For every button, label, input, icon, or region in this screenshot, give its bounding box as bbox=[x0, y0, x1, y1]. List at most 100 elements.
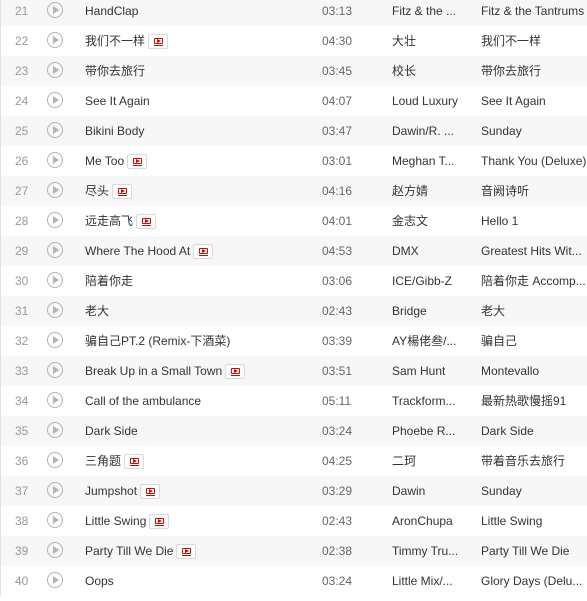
play-icon[interactable] bbox=[47, 182, 63, 198]
track-artist[interactable]: Sam Hunt bbox=[392, 356, 472, 386]
track-album[interactable]: Montevallo bbox=[481, 356, 587, 386]
track-row[interactable]: 39 Party Till We Die 02:38 Timmy Tru... Part… bbox=[1, 536, 587, 566]
track-row[interactable]: 32 骗自己PT.2 (Remix-下酒菜) 03:39 AY楊佬叁/... 骗自己 bbox=[1, 326, 587, 356]
track-title[interactable]: Jumpshot bbox=[85, 476, 137, 506]
track-album[interactable]: Glory Days (Delu... bbox=[481, 566, 587, 596]
track-row[interactable]: 31 老大 02:43 Bridge 老大 bbox=[1, 296, 587, 326]
track-album[interactable]: 音阙诗听 bbox=[481, 176, 587, 206]
track-artist[interactable]: ICE/Gibb-Z bbox=[392, 266, 472, 296]
mv-video-icon[interactable] bbox=[193, 243, 214, 259]
track-artist[interactable]: Trackform... bbox=[392, 386, 472, 416]
play-icon[interactable] bbox=[47, 392, 63, 408]
track-artist[interactable]: Loud Luxury bbox=[392, 86, 472, 116]
track-row[interactable]: 38 Little Swing 02:43 AronChupa Little Swing bbox=[1, 506, 587, 536]
track-artist[interactable]: 赵方婧 bbox=[392, 176, 472, 206]
track-title[interactable]: Oops bbox=[85, 566, 114, 596]
track-album[interactable]: 带着音乐去旅行 bbox=[481, 446, 587, 476]
track-album[interactable]: Hello 1 bbox=[481, 206, 587, 236]
play-icon[interactable] bbox=[47, 32, 63, 48]
track-title[interactable]: Call of the ambulance bbox=[85, 386, 201, 416]
play-icon[interactable] bbox=[47, 572, 63, 588]
track-row[interactable]: 21 HandClap 03:13 Fitz & the ... Fitz & the … bbox=[1, 0, 587, 26]
track-row[interactable]: 36 三角题 04:25 二珂 带着音乐去旅行 bbox=[1, 446, 587, 476]
play-icon[interactable] bbox=[47, 362, 63, 378]
track-title[interactable]: See It Again bbox=[85, 86, 150, 116]
track-album[interactable]: Little Swing bbox=[481, 506, 587, 536]
track-album[interactable]: Party Till We Die bbox=[481, 536, 587, 566]
track-album[interactable]: 我们不一样 bbox=[481, 26, 587, 56]
play-icon[interactable] bbox=[47, 242, 63, 258]
track-title[interactable]: 骗自己PT.2 (Remix-下酒菜) bbox=[85, 326, 230, 356]
track-row[interactable]: 22 我们不一样 04:30 大壮 我们不一样 bbox=[1, 26, 587, 56]
track-album[interactable]: 老大 bbox=[481, 296, 587, 326]
play-icon[interactable] bbox=[47, 62, 63, 78]
track-album[interactable]: 带你去旅行 bbox=[481, 56, 587, 86]
play-icon[interactable] bbox=[47, 482, 63, 498]
track-artist[interactable]: Bridge bbox=[392, 296, 472, 326]
play-icon[interactable] bbox=[47, 512, 63, 528]
track-row[interactable]: 28 远走高飞 04:01 金志文 Hello 1 bbox=[1, 206, 587, 236]
track-album[interactable]: Sunday bbox=[481, 476, 587, 506]
play-icon[interactable] bbox=[47, 122, 63, 138]
track-artist[interactable]: Phoebe R... bbox=[392, 416, 472, 446]
play-icon[interactable] bbox=[47, 452, 63, 468]
track-title[interactable]: Dark Side bbox=[85, 416, 138, 446]
mv-video-icon[interactable] bbox=[225, 363, 246, 379]
mv-video-icon[interactable] bbox=[140, 483, 161, 499]
track-title[interactable]: 远走高飞 bbox=[85, 206, 133, 236]
track-row[interactable]: 34 Call of the ambulance 05:11 Trackform...… bbox=[1, 386, 587, 416]
play-icon[interactable] bbox=[47, 92, 63, 108]
track-album[interactable]: Greatest Hits Wit... bbox=[481, 236, 587, 266]
track-title[interactable]: 陪着你走 bbox=[85, 266, 133, 296]
track-album[interactable]: Thank You (Deluxe) bbox=[481, 146, 587, 176]
track-artist[interactable]: AronChupa bbox=[392, 506, 472, 536]
track-row[interactable]: 37 Jumpshot 03:29 Dawin Sunday bbox=[1, 476, 587, 506]
track-album[interactable]: See It Again bbox=[481, 86, 587, 116]
track-title[interactable]: Where The Hood At bbox=[85, 236, 190, 266]
play-icon[interactable] bbox=[47, 542, 63, 558]
track-artist[interactable]: Little Mix/... bbox=[392, 566, 472, 596]
track-title[interactable]: 带你去旅行 bbox=[85, 56, 145, 86]
track-album[interactable]: Dark Side bbox=[481, 416, 587, 446]
track-album[interactable]: 骗自己 bbox=[481, 326, 587, 356]
play-icon[interactable] bbox=[47, 272, 63, 288]
play-icon[interactable] bbox=[47, 302, 63, 318]
track-title[interactable]: Break Up in a Small Town bbox=[85, 356, 222, 386]
track-title[interactable]: 我们不一样 bbox=[85, 26, 145, 56]
track-artist[interactable]: 大壮 bbox=[392, 26, 472, 56]
track-album[interactable]: Sunday bbox=[481, 116, 587, 146]
track-artist[interactable]: 金志文 bbox=[392, 206, 472, 236]
track-row[interactable]: 25 Bikini Body 03:47 Dawin/R. ... Sunday bbox=[1, 116, 587, 146]
track-album[interactable]: 陪着你走 Accomp... bbox=[481, 266, 587, 296]
mv-video-icon[interactable] bbox=[124, 453, 145, 469]
track-album[interactable]: Fitz & the Tantrums bbox=[481, 0, 587, 26]
play-icon[interactable] bbox=[47, 152, 63, 168]
track-row[interactable]: 40 Oops 03:24 Little Mix/... Glory Days (Del… bbox=[1, 566, 587, 596]
track-artist[interactable]: 二珂 bbox=[392, 446, 472, 476]
track-title[interactable]: Little Swing bbox=[85, 506, 146, 536]
play-icon[interactable] bbox=[47, 332, 63, 348]
track-row[interactable]: 35 Dark Side 03:24 Phoebe R... Dark Side bbox=[1, 416, 587, 446]
track-row[interactable]: 26 Me Too 03:01 Meghan T... Thank You (Delux… bbox=[1, 146, 587, 176]
track-row[interactable]: 23 带你去旅行 03:45 校长 带你去旅行 bbox=[1, 56, 587, 86]
mv-video-icon[interactable] bbox=[148, 33, 169, 49]
mv-video-icon[interactable] bbox=[136, 213, 157, 229]
track-artist[interactable]: Dawin/R. ... bbox=[392, 116, 472, 146]
track-artist[interactable]: Fitz & the ... bbox=[392, 0, 472, 26]
track-artist[interactable]: Timmy Tru... bbox=[392, 536, 472, 566]
track-title[interactable]: Bikini Body bbox=[85, 116, 144, 146]
track-row[interactable]: 27 尽头 04:16 赵方婧 音阙诗听 bbox=[1, 176, 587, 206]
track-title[interactable]: 老大 bbox=[85, 296, 109, 326]
track-title[interactable]: 三角题 bbox=[85, 446, 121, 476]
play-icon[interactable] bbox=[47, 2, 63, 18]
mv-video-icon[interactable] bbox=[127, 153, 148, 169]
track-title[interactable]: Me Too bbox=[85, 146, 124, 176]
track-title[interactable]: HandClap bbox=[85, 0, 138, 26]
track-row[interactable]: 29 Where The Hood At 04:53 DMX Greatest Hits… bbox=[1, 236, 587, 266]
mv-video-icon[interactable] bbox=[176, 543, 197, 559]
track-artist[interactable]: DMX bbox=[392, 236, 472, 266]
track-title[interactable]: Party Till We Die bbox=[85, 536, 173, 566]
mv-video-icon[interactable] bbox=[112, 183, 133, 199]
play-icon[interactable] bbox=[47, 422, 63, 438]
track-artist[interactable]: Meghan T... bbox=[392, 146, 472, 176]
